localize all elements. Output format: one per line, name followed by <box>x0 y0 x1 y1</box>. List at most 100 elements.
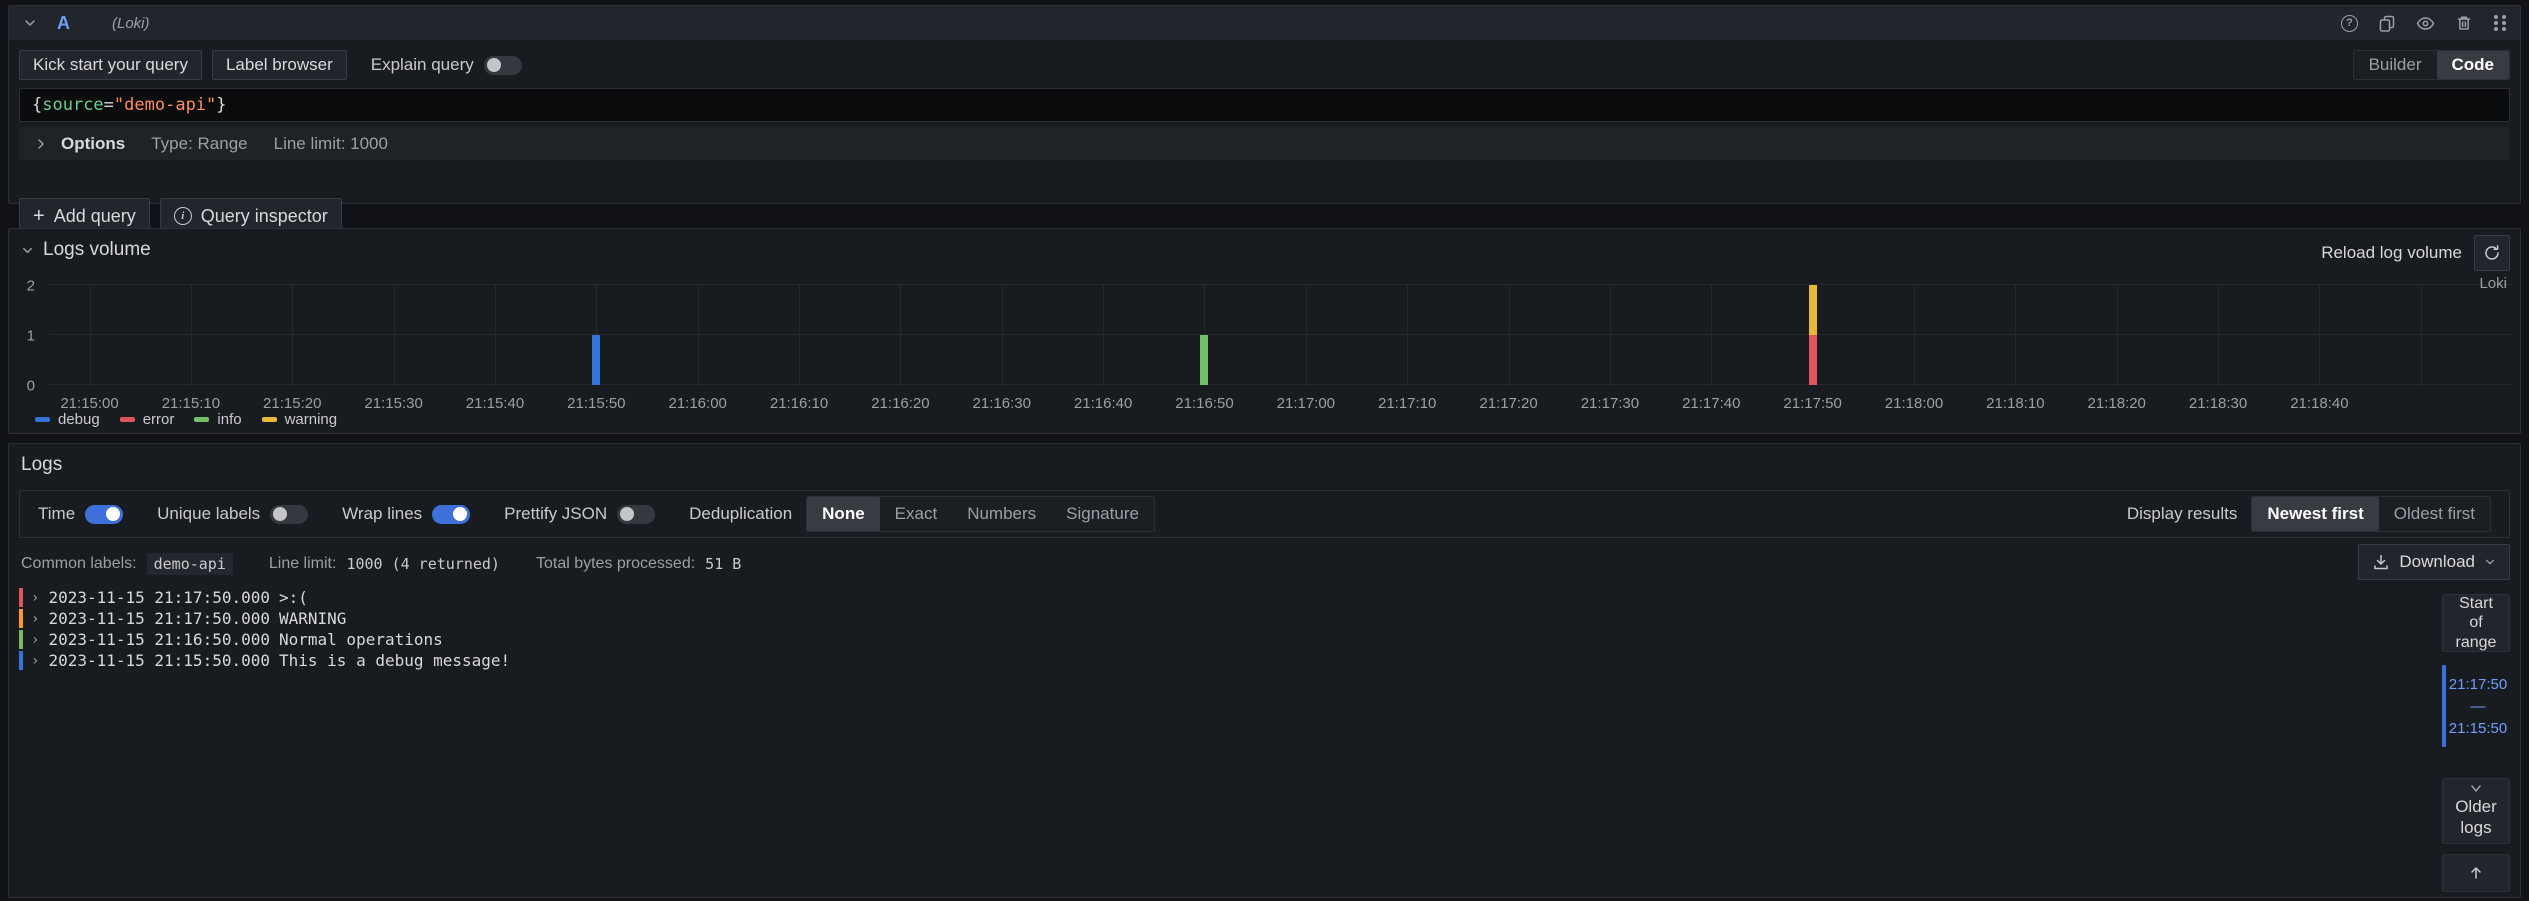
trash-icon[interactable] <box>2455 14 2473 32</box>
collapse-chevron-down-icon[interactable] <box>23 16 37 30</box>
logs-meta-row: Common labels: demo-api Line limit: 1000… <box>21 546 741 582</box>
expand-chevron-icon[interactable]: › <box>31 590 39 606</box>
legend-item-info[interactable]: info <box>194 411 241 428</box>
logs-panel: Logs TimeUnique labelsWrap linesPrettify… <box>8 443 2521 898</box>
display-results-control: Display results Newest firstOldest first <box>2127 496 2491 532</box>
eye-icon[interactable] <box>2416 14 2435 33</box>
x-gridline <box>2319 285 2320 385</box>
legend-item-warning[interactable]: warning <box>262 411 338 428</box>
options-type: Type: Range <box>151 134 247 154</box>
toggle-knob <box>620 507 634 521</box>
legend-label-error: error <box>143 411 175 428</box>
log-row-error[interactable]: ›2023-11-15 21:17:50.000>:( <box>19 588 2430 607</box>
toggle-time-switch[interactable] <box>85 505 123 524</box>
mode-option-code[interactable]: Code <box>2437 51 2510 79</box>
toggle-unique-labels-switch[interactable] <box>270 505 308 524</box>
logs-volume-chart[interactable]: 21:15:0021:15:1021:15:2021:15:3021:15:40… <box>49 285 2512 385</box>
query-input[interactable]: {source="demo-api"} <box>19 88 2510 122</box>
bar-info[interactable] <box>1200 335 1208 385</box>
x-tick-label: 21:17:00 <box>1277 395 1335 412</box>
toggle-unique-labels: Unique labels <box>157 504 308 524</box>
chevron-right-icon <box>35 138 47 150</box>
line-limit-label: Line limit: <box>269 555 337 573</box>
copy-icon[interactable] <box>2378 14 2396 32</box>
range-separator: — <box>2471 698 2486 715</box>
toggle-knob <box>273 507 287 521</box>
x-gridline <box>1509 285 1510 385</box>
toggle-wrap-lines-switch[interactable] <box>432 505 470 524</box>
refresh-button[interactable] <box>2474 235 2510 271</box>
query-options-row[interactable]: Options Type: Range Line limit: 1000 <box>19 127 2510 160</box>
logs-navigation: Start of range 21:17:50 — 21:15:50 Older… <box>2442 594 2510 892</box>
dedup-option-signature[interactable]: Signature <box>1051 497 1154 531</box>
y-gridline <box>49 334 2512 335</box>
x-tick-label: 21:16:50 <box>1175 395 1233 412</box>
scroll-to-top-button[interactable] <box>2442 854 2510 892</box>
toggle-wrap-lines: Wrap lines <box>342 504 470 524</box>
log-row-debug[interactable]: ›2023-11-15 21:15:50.000This is a debug … <box>19 651 2430 670</box>
y-tick-label: 0 <box>27 378 35 395</box>
legend-label-info: info <box>217 411 241 428</box>
x-tick-label: 21:17:20 <box>1479 395 1537 412</box>
grafana-explore-page: A (Loki) ? Kick start your query Label b… <box>0 0 2529 901</box>
kick-start-query-button[interactable]: Kick start your query <box>19 50 202 80</box>
help-icon[interactable]: ? <box>2341 15 2358 32</box>
legend-item-debug[interactable]: debug <box>35 411 100 428</box>
log-row-info[interactable]: ›2023-11-15 21:16:50.000Normal operation… <box>19 630 2430 649</box>
toggle-knob <box>106 507 120 521</box>
x-tick-label: 21:17:30 <box>1581 395 1639 412</box>
query-row-actions: ? <box>2341 14 2506 33</box>
dedup-option-numbers[interactable]: Numbers <box>952 497 1051 531</box>
datasource-name: (Loki) <box>112 15 150 32</box>
display-option-oldest-first[interactable]: Oldest first <box>2379 497 2490 531</box>
older-logs-button[interactable]: Older logs <box>2442 778 2510 844</box>
x-tick-label: 21:15:40 <box>466 395 524 412</box>
bytes-processed-value: 51 B <box>705 555 741 573</box>
logs-volume-title: Logs volume <box>43 239 151 261</box>
legend-item-error[interactable]: error <box>120 411 175 428</box>
drag-handle-icon[interactable] <box>2493 14 2506 32</box>
download-button[interactable]: Download <box>2358 544 2510 580</box>
dedup-option-none[interactable]: None <box>807 497 880 531</box>
x-gridline <box>394 285 395 385</box>
range-to: 21:15:50 <box>2449 720 2507 737</box>
arrow-up-icon <box>2468 865 2484 881</box>
legend-swatch-info <box>194 417 209 422</box>
log-message: Normal operations <box>279 630 443 649</box>
logs-volume-header[interactable]: Logs volume <box>21 239 151 261</box>
expand-chevron-icon[interactable]: › <box>31 632 39 648</box>
bar-warning[interactable] <box>1809 285 1817 335</box>
x-tick-label: 21:16:10 <box>770 395 828 412</box>
x-tick-label: 21:15:50 <box>567 395 625 412</box>
legend-swatch-warning <box>262 417 277 422</box>
y-tick-label: 2 <box>27 278 35 295</box>
log-row-warning[interactable]: ›2023-11-15 21:17:50.000WARNING <box>19 609 2430 628</box>
plus-icon: + <box>33 206 45 226</box>
bar-error[interactable] <box>1809 335 1817 385</box>
reload-log-volume-link[interactable]: Reload log volume <box>2321 243 2462 263</box>
explain-query-toggle[interactable] <box>484 56 522 75</box>
x-gridline <box>191 285 192 385</box>
x-tick-label: 21:16:30 <box>973 395 1031 412</box>
expand-chevron-icon[interactable]: › <box>31 653 39 669</box>
label-browser-button[interactable]: Label browser <box>212 50 347 80</box>
x-tick-label: 21:17:10 <box>1378 395 1436 412</box>
x-gridline <box>1610 285 1611 385</box>
toggle-prettify-json-switch[interactable] <box>617 505 655 524</box>
query-ref-id[interactable]: A <box>57 13 70 34</box>
legend-label-warning: warning <box>285 411 338 428</box>
log-timestamp: 2023-11-15 21:15:50.000 <box>48 651 270 670</box>
x-gridline <box>90 285 91 385</box>
x-tick-label: 21:15:20 <box>263 395 321 412</box>
expand-chevron-icon[interactable]: › <box>31 611 39 627</box>
mode-option-builder[interactable]: Builder <box>2354 51 2437 79</box>
bar-debug[interactable] <box>592 335 600 385</box>
start-of-range-button[interactable]: Start of range <box>2442 594 2510 652</box>
display-option-newest-first[interactable]: Newest first <box>2252 497 2378 531</box>
x-gridline <box>698 285 699 385</box>
explain-query-label: Explain query <box>371 55 474 75</box>
dedup-option-exact[interactable]: Exact <box>880 497 953 531</box>
legend-label-debug: debug <box>58 411 100 428</box>
x-tick-label: 21:17:40 <box>1682 395 1740 412</box>
toggle-knob <box>453 507 467 521</box>
